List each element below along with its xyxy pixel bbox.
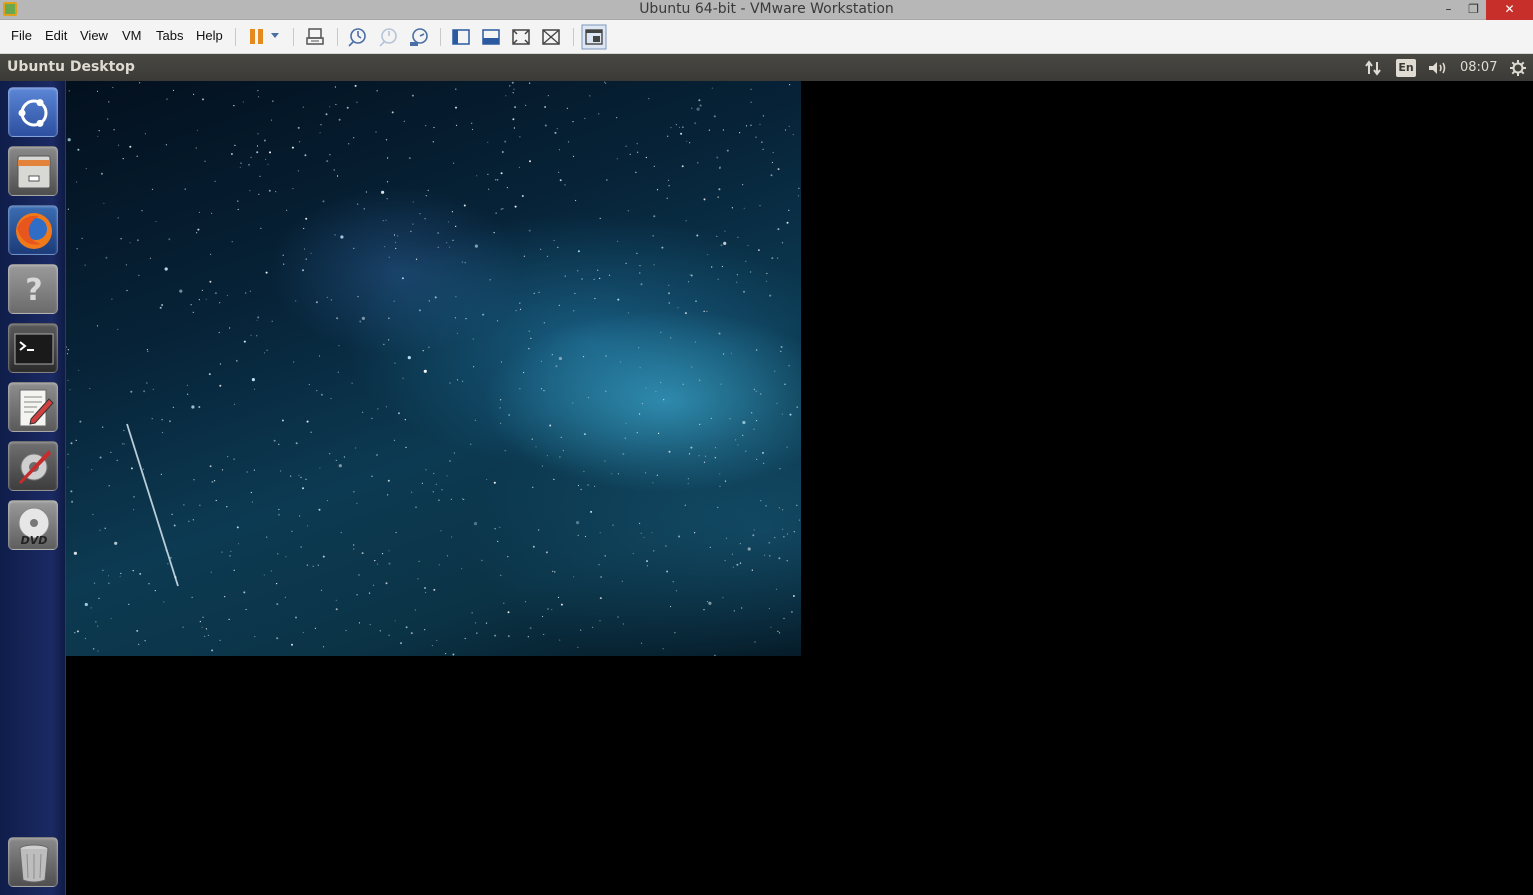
unity-mode-icon[interactable] — [540, 26, 562, 48]
menu-vm[interactable]: VM — [122, 28, 142, 43]
file-cabinet-icon — [17, 155, 51, 189]
session-gear-icon[interactable] — [1509, 59, 1527, 77]
full-screen-icon[interactable] — [510, 26, 532, 48]
unity-launcher: ? DVD — [0, 81, 66, 895]
launcher-item-trash[interactable] — [8, 837, 58, 887]
launcher-item-firefox[interactable] — [8, 205, 58, 255]
meteor-streak — [126, 423, 179, 587]
terminal-icon — [14, 333, 54, 365]
desktop-wallpaper — [66, 81, 801, 656]
svg-text:DVD: DVD — [21, 534, 48, 547]
desktop-title: Ubuntu Desktop — [7, 59, 135, 75]
ubuntu-top-panel: Ubuntu Desktop En 08:07 — [0, 54, 1533, 81]
restore-button[interactable]: ❐ — [1460, 0, 1487, 20]
window-title: Ubuntu 64-bit - VMware Workstation — [639, 1, 894, 17]
keyboard-language-indicator[interactable]: En — [1396, 59, 1416, 77]
launcher-item-text-editor[interactable] — [8, 382, 58, 432]
send-ctrl-alt-del-icon[interactable] — [304, 26, 326, 48]
svg-text:?: ? — [25, 273, 42, 308]
snapshot-revert-icon[interactable] — [377, 26, 399, 48]
toolbar-separator — [337, 28, 338, 46]
toolbar-separator — [573, 28, 574, 46]
starfield — [66, 81, 801, 656]
minimize-button[interactable]: – — [1435, 0, 1462, 20]
dvd-icon: DVD — [18, 507, 50, 547]
close-button[interactable]: ✕ — [1486, 0, 1533, 20]
pause-dropdown-icon[interactable] — [271, 33, 279, 38]
launcher-item-dvd[interactable]: DVD — [8, 500, 58, 550]
menu-file[interactable]: File — [11, 28, 32, 43]
launcher-item-files[interactable] — [8, 146, 58, 196]
window-titlebar: Ubuntu 64-bit - VMware Workstation – ❐ ✕ — [0, 0, 1533, 20]
launcher-item-dash[interactable] — [8, 87, 58, 137]
toolbar-separator — [235, 28, 236, 46]
settings-icon — [19, 450, 51, 484]
menu-edit[interactable]: Edit — [45, 28, 67, 43]
menu-view[interactable]: View — [80, 28, 108, 43]
vmware-menubar: File Edit View VM Tabs Help — [0, 20, 1533, 54]
text-editor-icon — [19, 389, 54, 427]
launcher-item-system-settings[interactable] — [8, 441, 58, 491]
snapshot-take-icon[interactable] — [346, 26, 368, 48]
firefox-icon — [16, 213, 52, 249]
pause-icon[interactable] — [248, 26, 270, 48]
show-library-icon[interactable] — [450, 26, 472, 48]
launcher-item-help[interactable]: ? — [8, 264, 58, 314]
console-view-icon[interactable] — [581, 24, 607, 50]
clock[interactable]: 08:07 — [1460, 60, 1497, 75]
network-transfer-icon[interactable] — [1364, 60, 1382, 76]
show-thumbnail-bar-icon[interactable] — [480, 26, 502, 48]
ubuntu-logo-icon — [18, 99, 48, 127]
trash-icon — [19, 844, 49, 883]
snapshot-manager-icon[interactable] — [408, 26, 430, 48]
menu-tabs[interactable]: Tabs — [156, 28, 183, 43]
toolbar-separator — [293, 28, 294, 46]
volume-icon[interactable] — [1427, 60, 1449, 76]
toolbar-separator — [440, 28, 441, 46]
menu-help[interactable]: Help — [196, 28, 223, 43]
question-icon: ? — [25, 273, 42, 308]
launcher-item-terminal[interactable] — [8, 323, 58, 373]
